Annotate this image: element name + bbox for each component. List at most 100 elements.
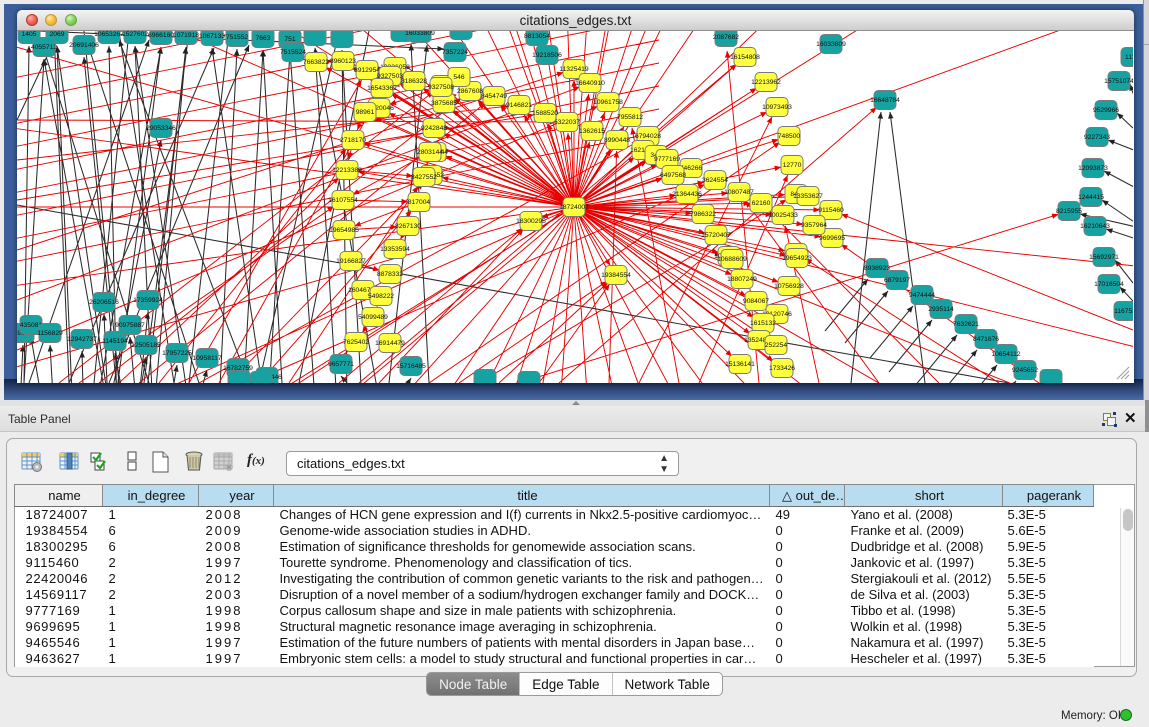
svg-text:16640910: 16640910 [575,80,605,87]
svg-text:817004: 817004 [408,199,431,206]
svg-text:9227343: 9227343 [1084,134,1110,141]
svg-text:9146821: 9146821 [506,102,532,109]
svg-text:9115460: 9115460 [818,207,844,214]
svg-text:3624554: 3624554 [702,177,728,184]
svg-text:6497568: 6497568 [660,172,686,179]
svg-text:6879197: 6879197 [884,277,910,284]
svg-text:1362615: 1362615 [579,128,605,135]
svg-text:15751074: 15751074 [1104,78,1133,85]
svg-text:16107554: 16107554 [328,197,358,204]
svg-text:9084067: 9084067 [743,298,769,305]
svg-text:4055712: 4055712 [31,44,57,51]
svg-text:8427552: 8427552 [411,174,437,181]
svg-text:546: 546 [453,74,464,81]
svg-text:7515524: 7515524 [280,49,306,56]
svg-text:9657771: 9657771 [328,361,354,368]
svg-text:2935114: 2935114 [928,306,954,313]
svg-text:3875685: 3875685 [431,100,457,107]
svg-text:17359924: 17359924 [133,297,163,304]
svg-text:1588520: 1588520 [532,110,558,117]
svg-text:10756928: 10756928 [774,283,804,290]
svg-text:8186328: 8186328 [401,78,427,85]
svg-text:7663822: 7663822 [303,59,329,66]
svg-text:12213962: 12213962 [751,79,781,86]
svg-text:1071918: 1071918 [173,32,199,39]
svg-text:16648784: 16648784 [870,97,900,104]
svg-text:62160: 62160 [752,200,771,207]
svg-text:9699695: 9699695 [819,235,845,242]
svg-text:1733426: 1733426 [769,365,795,372]
svg-text:2069: 2069 [50,31,65,38]
svg-text:116753: 116753 [1114,308,1133,315]
svg-text:5498222: 5498222 [368,293,394,300]
svg-text:1067133: 1067133 [199,33,225,40]
svg-text:16033809: 16033809 [816,41,846,48]
svg-text:1527602: 1527602 [122,31,148,38]
svg-text:18300295: 18300295 [516,218,546,225]
svg-text:12505185: 12505185 [131,342,161,349]
svg-text:15136141: 15136141 [725,361,755,368]
svg-text:19654923: 19654923 [782,255,812,262]
svg-text:7955812: 7955812 [617,114,643,121]
svg-text:21364436: 21364436 [672,191,702,198]
svg-text:2718170: 2718170 [340,137,366,144]
svg-text:15720407: 15720407 [701,232,731,239]
svg-text:7986322: 7986322 [690,211,716,218]
svg-text:8960123: 8960123 [330,58,356,65]
svg-text:8215955: 8215955 [1056,208,1082,215]
svg-text:8938923: 8938923 [864,265,890,272]
svg-text:12770: 12770 [783,162,802,169]
svg-text:9777169: 9777169 [654,156,680,163]
svg-text:10807487: 10807487 [724,189,754,196]
svg-text:20691406: 20691406 [69,42,99,49]
svg-text:19218506: 19218506 [532,52,562,59]
svg-text:6794028: 6794028 [635,133,661,140]
svg-text:1405: 1405 [22,31,37,38]
svg-text:10654112: 10654112 [991,351,1021,358]
svg-text:9474444: 9474444 [909,292,935,299]
svg-text:9327508: 9327508 [428,84,454,91]
svg-text:7357224: 7357224 [442,49,468,56]
svg-text:16154808: 16154808 [730,54,760,61]
svg-text:26206516: 26206516 [89,299,119,306]
svg-text:13353594: 13353594 [380,246,410,253]
svg-text:17957225: 17957225 [162,350,192,357]
svg-text:9357964: 9357964 [801,222,827,229]
svg-text:15692971: 15692971 [1089,254,1119,261]
svg-text:10973493: 10973493 [762,104,792,111]
svg-text:16033809: 16033809 [405,31,435,37]
svg-text:16543362: 16543362 [367,85,397,92]
svg-text:19384554: 19384554 [601,272,631,279]
svg-text:10025433: 10025433 [768,212,798,219]
svg-text:1244415: 1244415 [1078,194,1104,201]
svg-text:2867608: 2867608 [457,88,483,95]
svg-text:7632621: 7632621 [953,321,979,328]
svg-text:29053346: 29053346 [146,125,176,132]
svg-text:8878332: 8878332 [377,271,403,278]
svg-text:10958117: 10958117 [192,355,222,362]
svg-text:7625402: 7625402 [343,339,369,346]
svg-text:8471676: 8471676 [973,336,999,343]
svg-text:10653267: 10653267 [94,31,124,38]
svg-text:751552: 751552 [226,34,249,41]
svg-text:17016504: 17016504 [1094,281,1124,288]
svg-text:54099489: 54099489 [358,314,388,321]
svg-text:751: 751 [284,36,295,43]
svg-text:9245652: 9245652 [1012,367,1038,374]
svg-text:748500: 748500 [778,133,801,140]
svg-text:1145194: 1145194 [102,338,128,345]
svg-text:8813054: 8813054 [524,33,550,40]
svg-text:1156829: 1156829 [37,330,63,337]
svg-text:11325419: 11325419 [559,66,589,73]
svg-text:9242848: 9242848 [421,125,447,132]
svg-text:98961: 98961 [356,109,375,116]
svg-text:1615132: 1615132 [750,320,776,327]
svg-text:19166827: 19166827 [336,258,366,265]
svg-text:10961758: 10961758 [593,99,623,106]
svg-text:7663: 7663 [256,35,271,42]
svg-text:2803144: 2803144 [417,149,443,156]
svg-text:15716485: 15716485 [396,363,426,370]
svg-text:18724007: 18724007 [559,204,589,211]
svg-text:8990448: 8990448 [604,137,630,144]
svg-text:252254: 252254 [765,342,788,349]
